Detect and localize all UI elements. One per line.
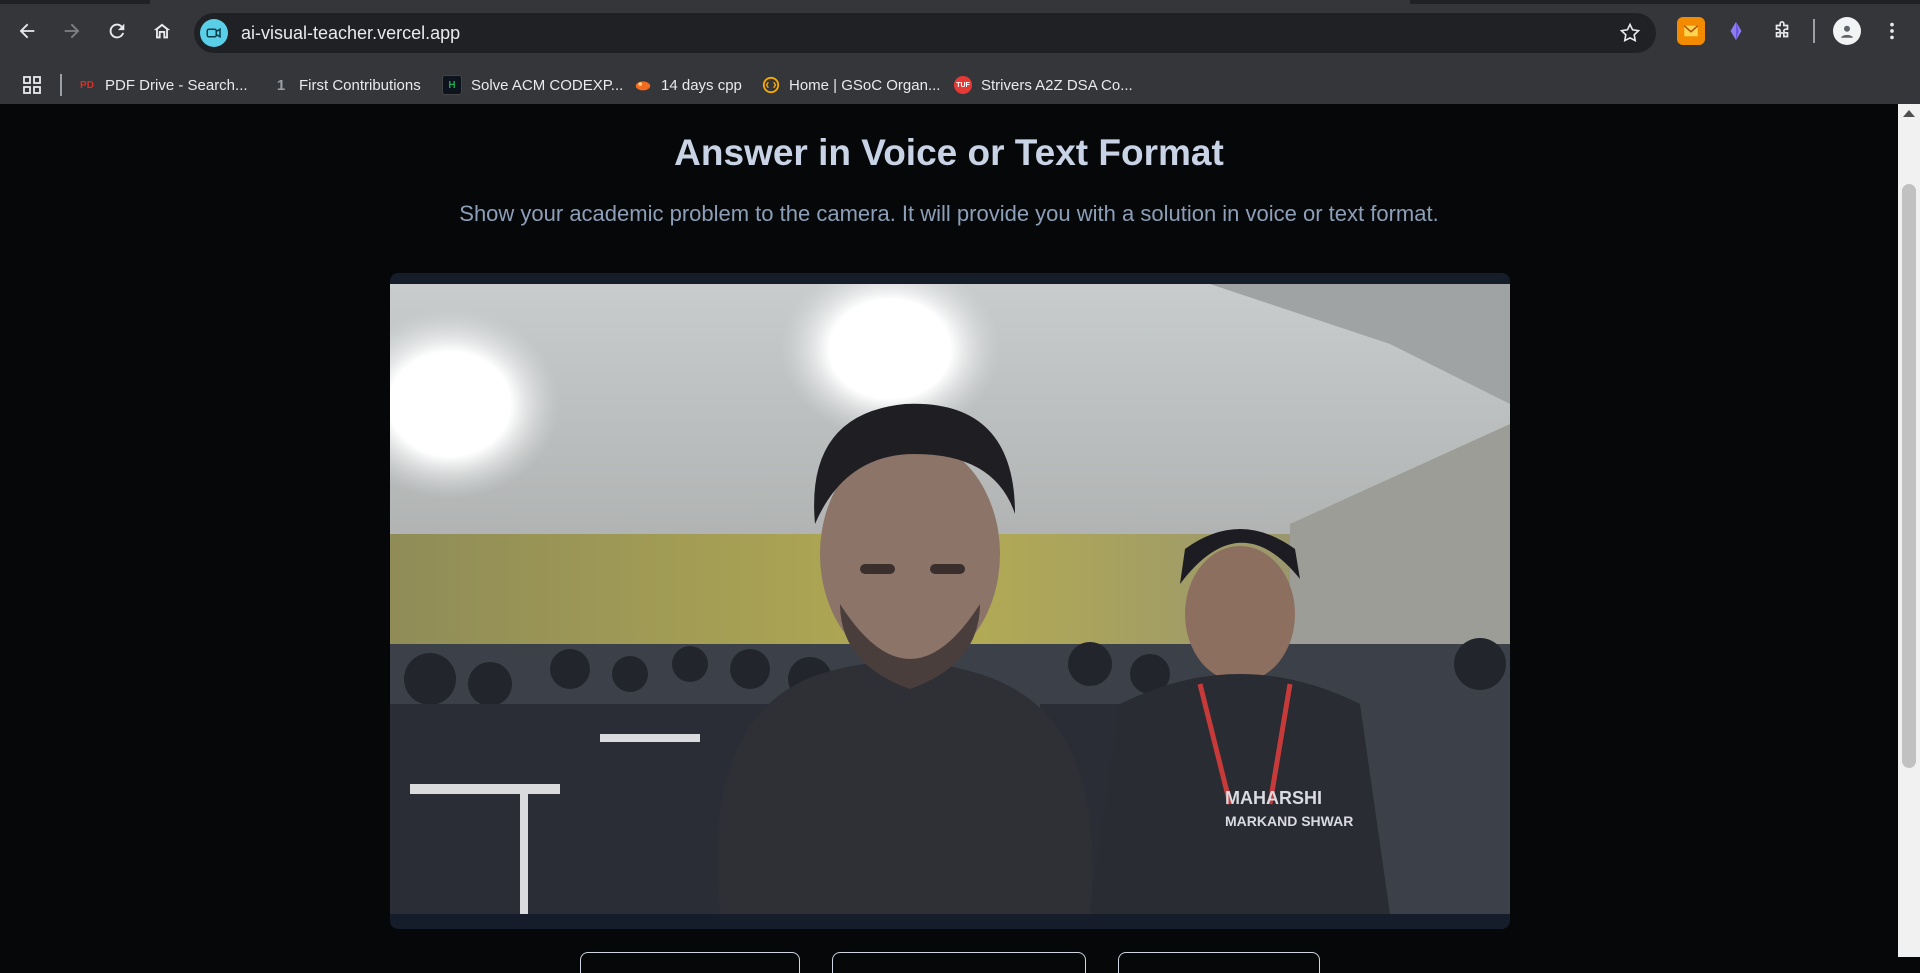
svg-text:MARKAND SHWAR: MARKAND SHWAR xyxy=(1225,813,1353,829)
bookmark-label: 14 days cpp xyxy=(661,76,742,94)
address-bar[interactable]: ai-visual-teacher.vercel.app xyxy=(194,13,1656,53)
bookmark-label: Home | GSoC Organ... xyxy=(789,76,941,94)
tab-strip xyxy=(0,0,1920,4)
browser-toolbar: ai-visual-teacher.vercel.app xyxy=(0,0,1920,66)
gsoc-icon xyxy=(762,76,780,94)
bookmark-label: First Contributions xyxy=(299,76,421,94)
page-subtitle: Show your academic problem to the camera… xyxy=(459,201,1439,226)
bookmark-14-days-cpp[interactable]: 14 days cpp xyxy=(634,75,742,95)
svg-text:MAHARSHI: MAHARSHI xyxy=(1225,788,1322,808)
bookmark-label: PDF Drive - Search... xyxy=(105,76,248,94)
page-scrollbar[interactable] xyxy=(1898,104,1920,957)
first-contributions-icon: 1 xyxy=(276,76,286,94)
hackerrank-icon: H xyxy=(442,75,462,95)
bookmark-label: Strivers A2Z DSA Co... xyxy=(981,76,1133,94)
page-title: Answer in Voice or Text Format xyxy=(674,132,1224,173)
arrow-right-icon xyxy=(64,23,80,39)
toolbar-divider xyxy=(1813,19,1815,43)
action-button-3[interactable] xyxy=(1118,952,1320,973)
camera-feed: MAHARSHI MARKAND SHWAR xyxy=(390,284,1510,914)
scrollbar-thumb[interactable] xyxy=(1902,184,1916,768)
pdf-drive-icon: PD xyxy=(80,79,94,91)
bookmark-strivers-a2z[interactable]: TUF Strivers A2Z DSA Co... xyxy=(954,75,1133,95)
profile-avatar-icon[interactable] xyxy=(1833,17,1861,45)
arrow-left-icon xyxy=(19,23,35,39)
bookmarks-divider xyxy=(60,74,62,96)
bookmark-gsoc[interactable]: Home | GSoC Organ... xyxy=(762,75,940,95)
bookmark-first-contributions[interactable]: 1 First Contributions xyxy=(272,75,421,95)
cpp-course-icon xyxy=(634,76,652,94)
reload-button[interactable] xyxy=(99,13,135,49)
forward-button[interactable] xyxy=(54,13,90,49)
camera-frame: MAHARSHI MARKAND SHWAR xyxy=(390,273,1510,929)
home-icon xyxy=(153,23,171,39)
extension-mail-icon[interactable] xyxy=(1677,17,1705,45)
page-content: Answer in Voice or Text Format Show your… xyxy=(0,104,1898,973)
reload-icon xyxy=(109,23,125,39)
site-camera-icon xyxy=(200,19,228,47)
bookmark-star-icon[interactable] xyxy=(1618,21,1642,45)
action-button-1[interactable] xyxy=(580,952,800,973)
extension-crystal-icon[interactable] xyxy=(1722,17,1750,45)
webcam-image: MAHARSHI MARKAND SHWAR xyxy=(390,284,1510,914)
apps-grid-icon[interactable] xyxy=(22,75,42,95)
tuf-icon: TUF xyxy=(954,76,972,94)
browser-menu-icon[interactable] xyxy=(1878,17,1906,45)
url-text: ai-visual-teacher.vercel.app xyxy=(241,23,461,43)
action-button-2[interactable] xyxy=(832,952,1086,973)
scroll-up-arrow-icon[interactable] xyxy=(1903,110,1915,117)
bookmarks-bar: PD PDF Drive - Search... 1 First Contrib… xyxy=(0,66,1920,105)
bookmark-label: Solve ACM CODEXP... xyxy=(471,76,624,94)
extensions-puzzle-icon[interactable] xyxy=(1768,17,1796,45)
bookmark-acm-codexp[interactable]: H Solve ACM CODEXP... xyxy=(442,75,623,95)
bookmark-pdf-drive[interactable]: PD PDF Drive - Search... xyxy=(78,75,248,95)
home-button[interactable] xyxy=(144,13,180,49)
back-button[interactable] xyxy=(9,13,45,49)
